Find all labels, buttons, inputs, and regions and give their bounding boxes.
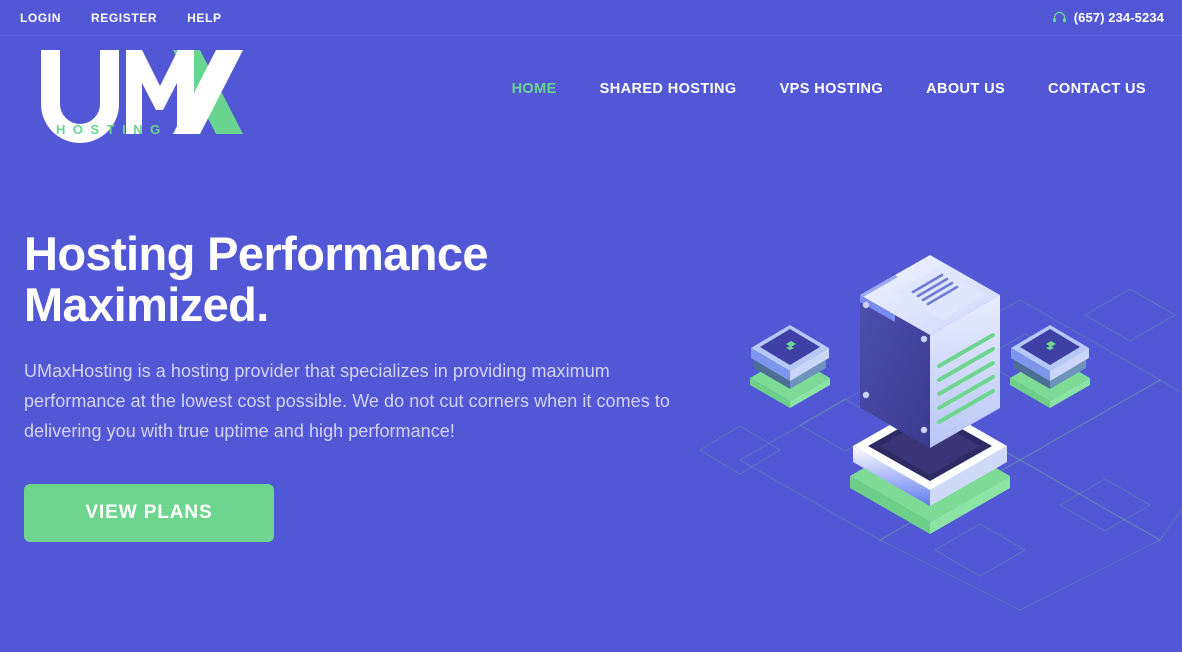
logo-tagline: HOSTING: [56, 122, 168, 137]
nav-item-contact-us[interactable]: CONTACT US: [1048, 81, 1146, 97]
hero-heading: Hosting Performance Maximized.: [24, 227, 489, 331]
hero-section: Hosting Performance Maximized. UMaxHosti…: [0, 148, 720, 542]
topbar-link-help[interactable]: HELP: [187, 11, 221, 25]
hero-page: LOGIN REGISTER HELP (657) 234-5234 HOSTI…: [0, 0, 1182, 652]
right-chip-module: [1010, 325, 1090, 408]
main-navigation: HOME SHARED HOSTING VPS HOSTING ABOUT US…: [512, 81, 1160, 103]
center-server-tower: [850, 255, 1010, 534]
support-phone[interactable]: (657) 234-5234: [1052, 10, 1164, 25]
left-chip-module: [750, 325, 830, 408]
nav-item-shared-hosting[interactable]: SHARED HOSTING: [600, 81, 737, 97]
site-header: UMa X HOSTING HOME SHARED HOSTING VPS HO…: [0, 36, 1182, 148]
top-utility-bar: LOGIN REGISTER HELP (657) 234-5234: [0, 0, 1182, 36]
logo[interactable]: UMa X HOSTING: [38, 42, 243, 143]
isometric-server-illustration: [690, 240, 1170, 590]
phone-number: (657) 234-5234: [1073, 10, 1164, 25]
nav-item-about-us[interactable]: ABOUT US: [926, 81, 1005, 97]
nav-item-vps-hosting[interactable]: VPS HOSTING: [780, 81, 884, 97]
topbar-link-login[interactable]: LOGIN: [20, 11, 61, 25]
view-plans-button[interactable]: VIEW PLANS: [24, 484, 274, 542]
nav-item-home[interactable]: HOME: [512, 81, 557, 97]
hero-paragraph: UMaxHosting is a hosting provider that s…: [24, 361, 670, 441]
topbar-link-register[interactable]: REGISTER: [91, 11, 157, 25]
headset-icon: [1052, 10, 1067, 25]
topbar-links: LOGIN REGISTER HELP: [20, 11, 222, 25]
